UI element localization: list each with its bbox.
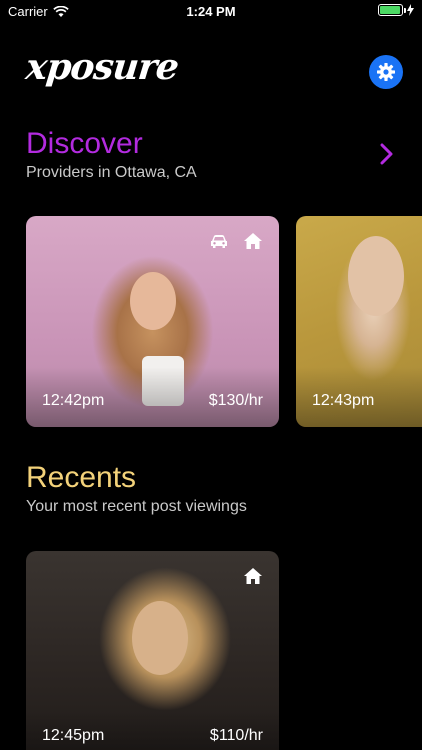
- car-icon: [211, 235, 227, 248]
- post-time: 12:42pm: [42, 392, 105, 409]
- gear-icon: [377, 63, 395, 81]
- provider-card[interactable]: 12:43pm: [296, 216, 422, 427]
- clock: 1:24 PM: [186, 4, 236, 19]
- discover-subtitle: Providers in Ottawa, CA: [26, 164, 197, 181]
- discover-title: Discover: [26, 127, 143, 160]
- chevron-right-icon[interactable]: [378, 142, 396, 166]
- post-time: 12:43pm: [312, 392, 375, 409]
- post-time: 12:45pm: [42, 727, 105, 744]
- price-label: $110/hr: [209, 727, 263, 744]
- settings-button[interactable]: [369, 55, 403, 89]
- provider-card[interactable]: 12:42pm $130/hr: [26, 216, 279, 427]
- home-icon: [244, 233, 262, 249]
- provider-photo: [130, 272, 176, 330]
- charging-bolt-icon: [407, 4, 414, 16]
- recents-title: Recents: [26, 461, 137, 494]
- price-label: $130/hr: [208, 392, 263, 409]
- app-logo: xposure: [23, 46, 181, 88]
- status-bar: Carrier 1:24 PM: [0, 0, 422, 22]
- provider-photo: [132, 601, 188, 675]
- recent-post-card[interactable]: 12:45pm $110/hr: [26, 551, 279, 750]
- recents-subtitle: Your most recent post viewings: [26, 498, 247, 515]
- home-icon: [244, 568, 262, 584]
- provider-photo: [348, 236, 404, 316]
- battery-icon: [378, 4, 406, 16]
